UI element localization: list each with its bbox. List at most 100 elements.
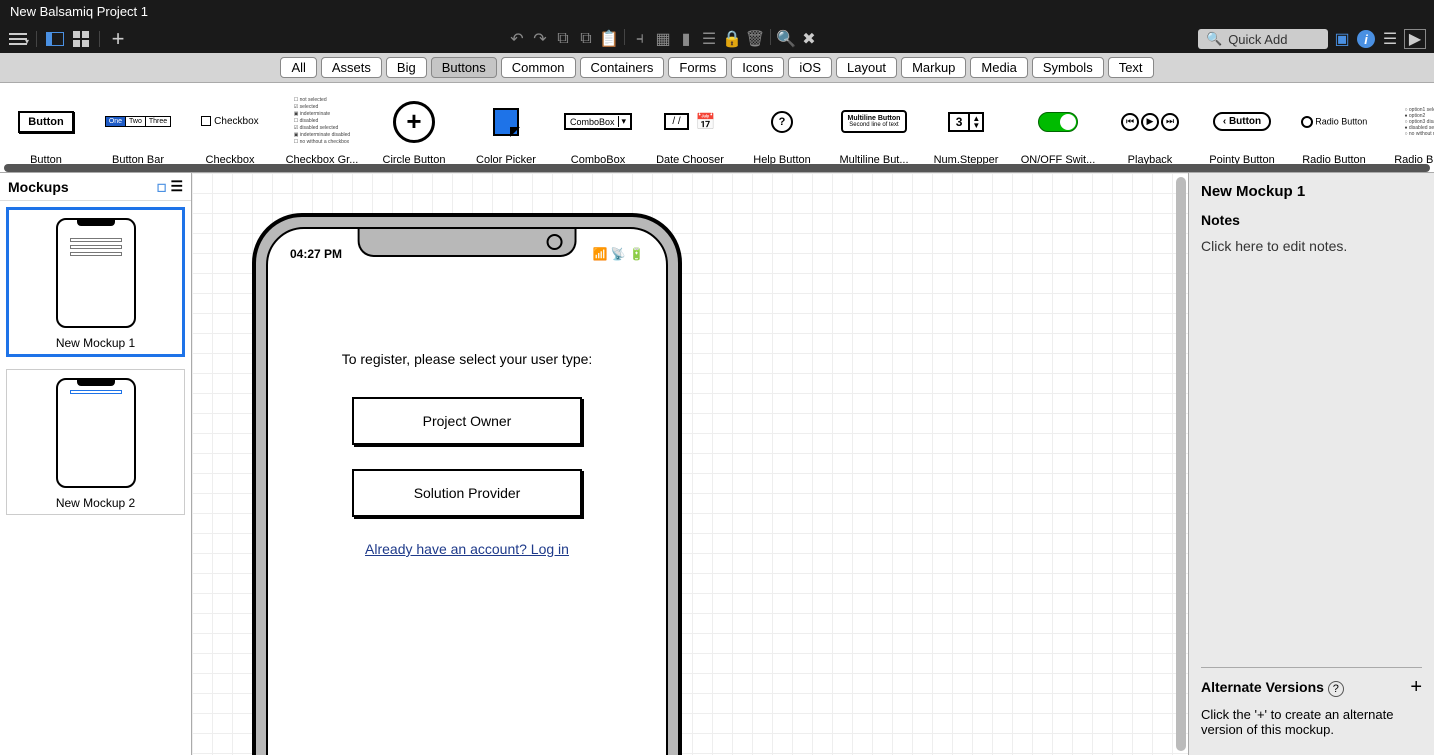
phone-screen: 04:27 PM 📶 📡 🔋 To register, please selec… [266, 227, 668, 755]
clipboard-icon[interactable]: 📋 [599, 29, 619, 49]
lib-color-picker[interactable]: Color Picker [460, 83, 552, 172]
tab-forms[interactable]: Forms [668, 57, 727, 78]
lib-checkbox-group[interactable]: ☐ not selected☑ selected▣ indeterminate☐… [276, 83, 368, 172]
tab-layout[interactable]: Layout [836, 57, 897, 78]
tab-common[interactable]: Common [501, 57, 576, 78]
notes-body[interactable]: Click here to edit notes. [1201, 238, 1422, 667]
project-owner-button[interactable]: Project Owner [352, 397, 582, 445]
quick-add-placeholder: Quick Add [1228, 32, 1287, 47]
thumb-label: New Mockup 2 [56, 496, 135, 510]
switch-icon [1038, 112, 1078, 132]
lib-date-chooser[interactable]: / /📅 Date Chooser [644, 83, 736, 172]
lib-radio-button-group[interactable]: ○ option1 selected● option2○ option3 dis… [1380, 83, 1434, 172]
project-title: New Balsamiq Project 1 [10, 4, 148, 19]
panel-toggle-icon[interactable]: ◻ [157, 180, 167, 194]
stepper-arrows: ▲▼ [968, 114, 982, 130]
library-scrollbar[interactable] [4, 164, 1430, 172]
lib-help-button[interactable]: ? Help Button [736, 83, 828, 172]
toolbar-center: ↶ ↷ ⧉ ⧉ 📋 ⫞ ▦ ▮ ☰ 🔒 🗑 🔍 ✖ [134, 29, 1192, 49]
thumb-phone-preview [56, 378, 136, 488]
tab-big[interactable]: Big [386, 57, 427, 78]
color-swatch [493, 108, 519, 136]
bring-front-icon[interactable]: ▮ [676, 29, 696, 49]
send-back-icon[interactable]: ☰ [699, 29, 719, 49]
tab-containers[interactable]: Containers [580, 57, 665, 78]
separator [624, 29, 625, 45]
lib-button[interactable]: Button Button [0, 83, 92, 172]
copy-icon[interactable]: ⧉ [553, 29, 573, 49]
tab-markup[interactable]: Markup [901, 57, 966, 78]
trash-icon[interactable]: 🗑 [745, 29, 765, 49]
multiline-line2: Second line of text [848, 122, 901, 128]
separator [36, 31, 37, 47]
canvas[interactable]: 04:27 PM 📶 📡 🔋 To register, please selec… [192, 173, 1188, 755]
mockup-thumb-2[interactable]: New Mockup 2 [6, 369, 185, 515]
fullscreen-icon[interactable]: ▶ [1404, 29, 1426, 49]
navigator-toggle-icon[interactable] [45, 29, 65, 49]
phone-content: To register, please select your user typ… [268, 261, 666, 557]
paste-icon[interactable]: ⧉ [576, 29, 596, 49]
lib-radio-button[interactable]: Radio Button Radio Button [1288, 83, 1380, 172]
lib-button-bar[interactable]: OneTwoThree Button Bar [92, 83, 184, 172]
markup-toggle-icon[interactable]: ✖ [799, 29, 819, 49]
quick-add-input[interactable]: 🔍 Quick Add [1198, 29, 1328, 49]
mockups-title: Mockups [8, 179, 69, 195]
phone-notch [358, 229, 577, 257]
library-toggle-icon[interactable]: ▣ [1332, 29, 1352, 49]
list-icon[interactable]: ☰ [170, 178, 183, 194]
help-icon[interactable]: ? [1328, 681, 1344, 697]
tab-all[interactable]: All [280, 57, 316, 78]
group-icon[interactable]: ▦ [653, 29, 673, 49]
redo-icon[interactable]: ↷ [530, 29, 550, 49]
tab-symbols[interactable]: Symbols [1032, 57, 1104, 78]
lib-combobox[interactable]: ComboBox ComboBox [552, 83, 644, 172]
separator [99, 31, 100, 47]
tab-assets[interactable]: Assets [321, 57, 382, 78]
info-icon[interactable]: i [1356, 29, 1376, 49]
mockups-panel: Mockups ◻ ☰ New Mockup 1 New Mockup 2 [0, 173, 192, 755]
mockups-header: Mockups ◻ ☰ [0, 173, 191, 201]
canvas-scrollbar[interactable] [1176, 177, 1186, 751]
tab-text[interactable]: Text [1108, 57, 1154, 78]
grid-view-icon[interactable] [71, 29, 91, 49]
toolbar-right: 🔍 Quick Add ▣ i ☰ ▶ [1198, 29, 1426, 49]
lib-num-stepper[interactable]: 3▲▼ Num.Stepper [920, 83, 1012, 172]
alt-label: Alternate Versions [1201, 679, 1324, 695]
solution-provider-button[interactable]: Solution Provider [352, 469, 582, 517]
zoom-icon[interactable]: 🔍 [776, 29, 796, 49]
help-icon: ? [771, 111, 793, 133]
alternate-versions-hint: Click the '+' to create an alternate ver… [1201, 699, 1422, 745]
search-icon: 🔍 [1206, 31, 1222, 47]
align-icon[interactable]: ⫞ [630, 29, 650, 49]
lib-circle-button[interactable]: + Circle Button [368, 83, 460, 172]
tab-ios[interactable]: iOS [788, 57, 832, 78]
lib-checkbox[interactable]: Checkbox Checkbox [184, 83, 276, 172]
add-mockup-icon[interactable]: + [108, 29, 128, 49]
tab-icons[interactable]: Icons [731, 57, 784, 78]
lib-playback[interactable]: ⏮ ▶ ⏭ Playback [1104, 83, 1196, 172]
stepper-value: 3 [950, 114, 969, 130]
register-prompt: To register, please select your user typ… [308, 351, 626, 367]
thumb-phone-preview [56, 218, 136, 328]
menu-icon[interactable] [8, 29, 28, 49]
multiline-line1: Multiline Button [848, 115, 901, 122]
mockup-thumb-1[interactable]: New Mockup 1 [6, 207, 185, 357]
add-alternate-icon[interactable]: + [1410, 676, 1422, 699]
lib-multiline-button[interactable]: Multiline ButtonSecond line of text Mult… [828, 83, 920, 172]
combo-preview: ComboBox [564, 113, 632, 130]
lock-icon[interactable]: 🔒 [722, 29, 742, 49]
properties-toggle-icon[interactable]: ☰ [1380, 29, 1400, 49]
window-titlebar: New Balsamiq Project 1 [0, 0, 1434, 25]
date-field: / / [664, 113, 688, 130]
calendar-icon: 📅 [696, 112, 716, 132]
login-link[interactable]: Already have an account? Log in [308, 541, 626, 557]
tab-media[interactable]: Media [970, 57, 1027, 78]
lib-pointy-button[interactable]: Button Pointy Button [1196, 83, 1288, 172]
phone-frame[interactable]: 04:27 PM 📶 📡 🔋 To register, please selec… [252, 213, 682, 755]
statusbar-icons: 📶 📡 🔋 [593, 247, 645, 261]
tab-buttons[interactable]: Buttons [431, 57, 497, 78]
lib-onoff-switch[interactable]: ON/OFF Swit... [1012, 83, 1104, 172]
undo-icon[interactable]: ↶ [507, 29, 527, 49]
rewind-icon: ⏮ [1121, 113, 1139, 131]
button-preview: Button [18, 111, 73, 133]
